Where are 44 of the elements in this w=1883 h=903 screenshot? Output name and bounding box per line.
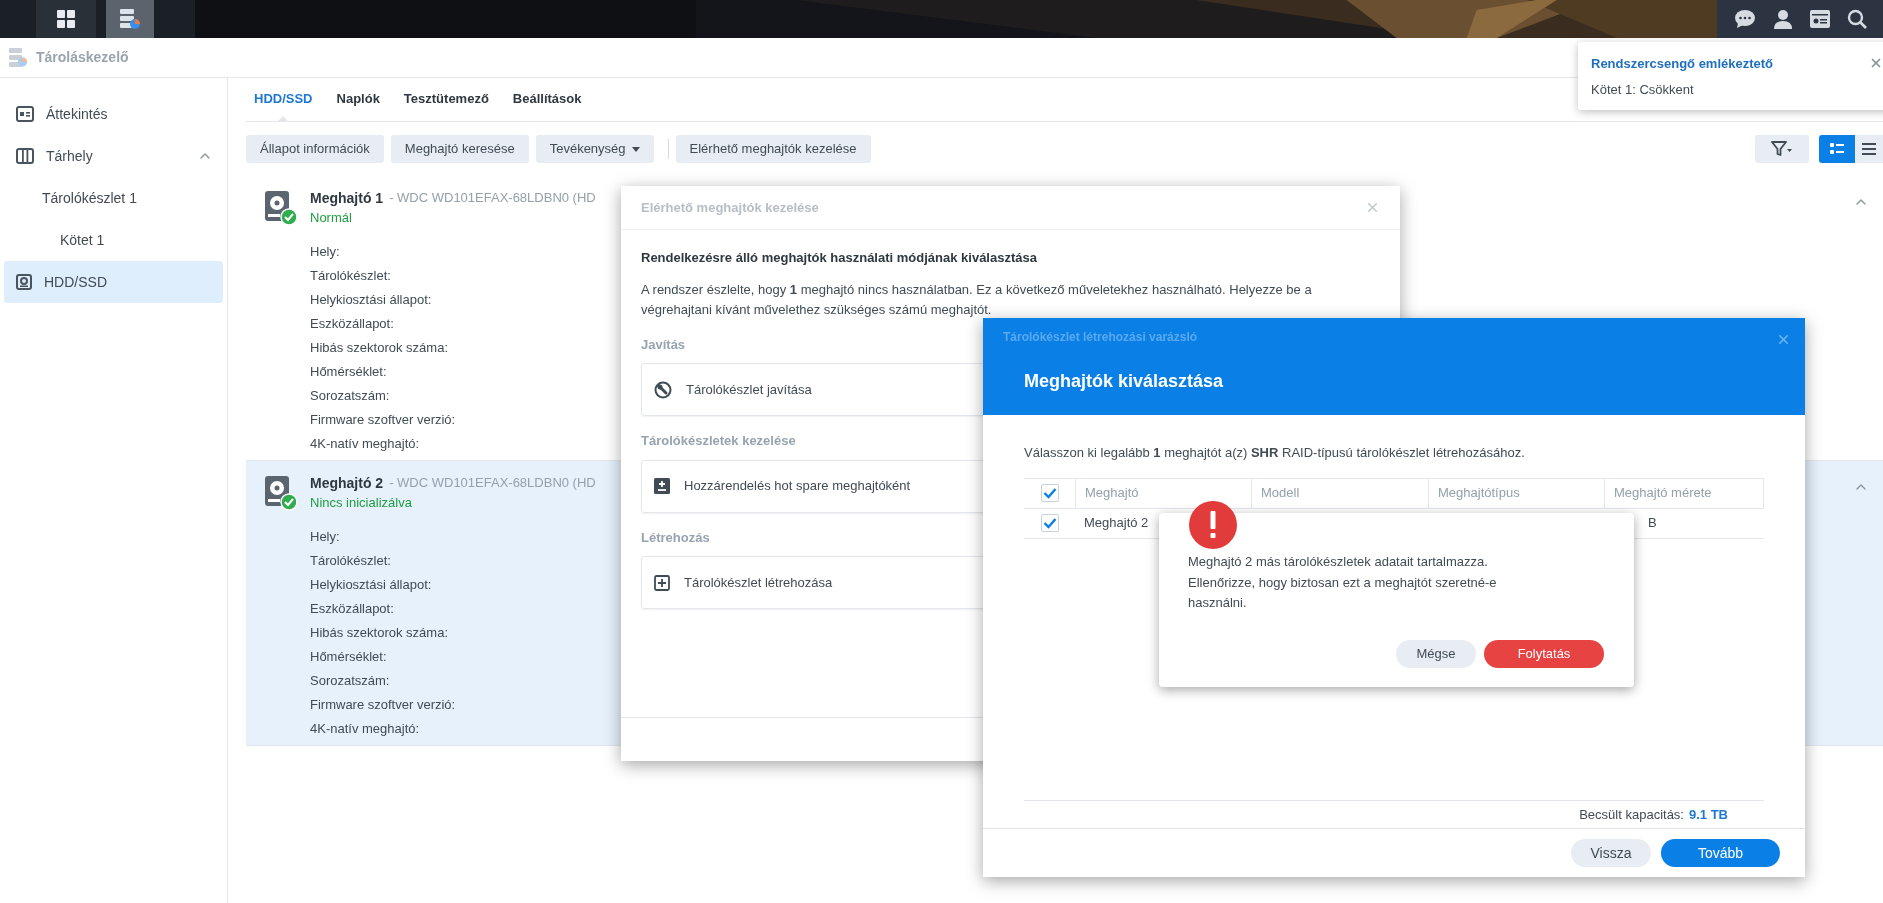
table-cell-text: Meghajtó 2 (1084, 514, 1149, 533)
field-label: Sorozatszám: (310, 387, 390, 405)
field-label: Hibás szektorok száma: (310, 624, 448, 642)
field-label: Eszközállapot: (310, 315, 394, 333)
field-label: Helykiosztási állapot: (310, 576, 432, 594)
field-label: Firmware szoftver verzió: (310, 696, 456, 714)
alert-message: Meghajtó 2 más tárolókészletek adatait tartalmazza. Ellenőrizze, hogy biztosan ezt a meghajtót szeretné-e használni. (1188, 553, 1498, 612)
instruction-text: Válasszon ki legalább 1 meghajtót a(z) SHR RAID-típusú tárolókészlet létrehozásához. (1024, 444, 1526, 462)
option-label: Tárolókészlet javítása (686, 380, 812, 399)
field-label: Firmware szoftver verzió: (310, 411, 456, 429)
option-label: Tárolókészlet létrehozása (684, 573, 833, 592)
field-label: Hibás szektorok száma: (310, 339, 448, 357)
dialog-text: A rendszer észlelte, hogy 1 meghajtó nincs használatban. Ez a következő műveletekhez használható. Helyezze be a végrehajtani kívánt művelethez szükséges számú meghajtót. (641, 280, 1313, 319)
wizard-title: Tárolókészlet létrehozási varázsló (1003, 329, 1199, 346)
field-label: Hőmérséklet: (310, 648, 387, 666)
field-label: Helykiosztási állapot: (310, 291, 432, 309)
field-label: Tárolókészlet: (310, 552, 391, 570)
drive-model: - WDC WD101EFAX-68LDBN0 (HD (389, 474, 596, 492)
notification-title: Rendszercsengő emlékeztető (1591, 55, 1774, 73)
app-title: Tároláskezelő (36, 48, 129, 67)
drive-name: Meghajtó 1 (310, 189, 384, 208)
field-label: 4K-natív meghajtó: (310, 720, 420, 738)
field-label: 4K-natív meghajtó: (310, 435, 420, 453)
section-title: Létrehozás (641, 528, 710, 547)
notification-message: Kötet 1: Csökkent (1591, 80, 1694, 99)
section-title: Javítás (641, 335, 686, 354)
drive-status: Normál (310, 209, 352, 227)
dialog-heading: Rendelkezésre álló meghajtók használati módjának kiválasztása (641, 249, 1038, 267)
dialog-title: Elérhető meghajtók kezelése (641, 198, 819, 217)
step-title: Meghajtók kiválasztása (1024, 370, 1225, 393)
drive-status: Nincs inicializálva (310, 494, 412, 512)
capacity-value: 9.1 TB (1689, 805, 1728, 824)
field-label: Tárolókészlet: (310, 267, 391, 285)
field-label: Hely: (310, 243, 340, 261)
field-label: Eszközállapot: (310, 600, 394, 618)
option-label: Hozzárendelés hot spare meghajtóként (684, 477, 911, 496)
drive-model: - WDC WD101EFAX-68LDBN0 (HD (389, 189, 596, 207)
field-label: Hely: (310, 528, 340, 546)
capacity-label: Becsült kapacitás: (1579, 805, 1684, 824)
field-label: Sorozatszám: (310, 672, 390, 690)
field-label: Hőmérséklet: (310, 363, 387, 381)
table-cell-text: B (1648, 514, 1657, 533)
section-title: Tárolókészletek kezelése (641, 432, 796, 450)
drive-name: Meghajtó 2 (310, 474, 384, 493)
